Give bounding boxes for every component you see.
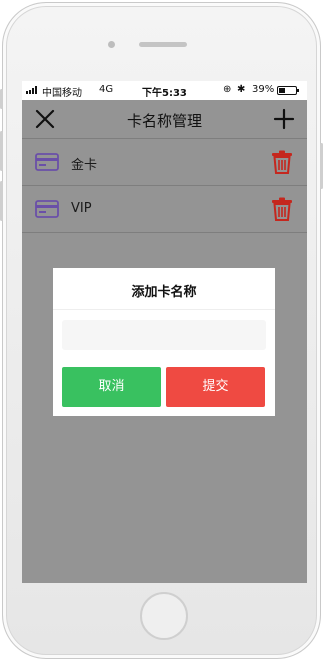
trash-icon[interactable]: [271, 150, 293, 174]
dialog-divider: [53, 309, 275, 310]
card-row-gold[interactable]: 金卡: [22, 139, 307, 186]
trash-icon[interactable]: [271, 197, 293, 221]
signal-icon: [26, 86, 37, 94]
bluetooth-icon: ✱: [237, 84, 246, 95]
credit-card-icon: [35, 200, 59, 218]
plus-icon[interactable]: [273, 108, 295, 130]
card-name: VIP: [71, 201, 92, 216]
home-button[interactable]: [140, 592, 188, 640]
front-camera: [108, 41, 115, 48]
cancel-button[interactable]: 取消: [62, 367, 161, 407]
card-row-vip[interactable]: VIP: [22, 186, 307, 233]
page-title: 卡名称管理: [126, 112, 202, 130]
screen: 中国移动 4G 下午5:33 ⊕ ✱ 39% 卡名称管理 金卡 VIP 添加卡名…: [22, 81, 307, 583]
network-type: 4G: [99, 84, 114, 95]
battery-icon: [277, 86, 299, 95]
rotation-lock-icon: ⊕: [223, 84, 232, 95]
phone-frame: 中国移动 4G 下午5:33 ⊕ ✱ 39% 卡名称管理 金卡 VIP 添加卡名…: [0, 2, 323, 659]
dialog-title: 添加卡名称: [131, 285, 197, 300]
volume-down-button: [0, 181, 3, 221]
card-name: 金卡: [71, 158, 98, 173]
status-time: 下午5:33: [142, 88, 187, 99]
submit-button[interactable]: 提交: [166, 367, 265, 407]
battery-fill: [279, 88, 285, 93]
mute-switch: [0, 89, 3, 109]
earpiece-speaker: [139, 42, 187, 47]
battery-percent: 39%: [252, 84, 275, 95]
volume-up-button: [0, 131, 3, 171]
carrier-name: 中国移动: [42, 88, 82, 99]
status-bar: 中国移动 4G 下午5:33 ⊕ ✱ 39%: [22, 81, 307, 100]
add-card-name-dialog: 添加卡名称 取消 提交: [53, 268, 275, 416]
navigation-bar: 卡名称管理: [22, 100, 307, 139]
credit-card-icon: [35, 153, 59, 171]
card-name-input[interactable]: [62, 320, 266, 350]
